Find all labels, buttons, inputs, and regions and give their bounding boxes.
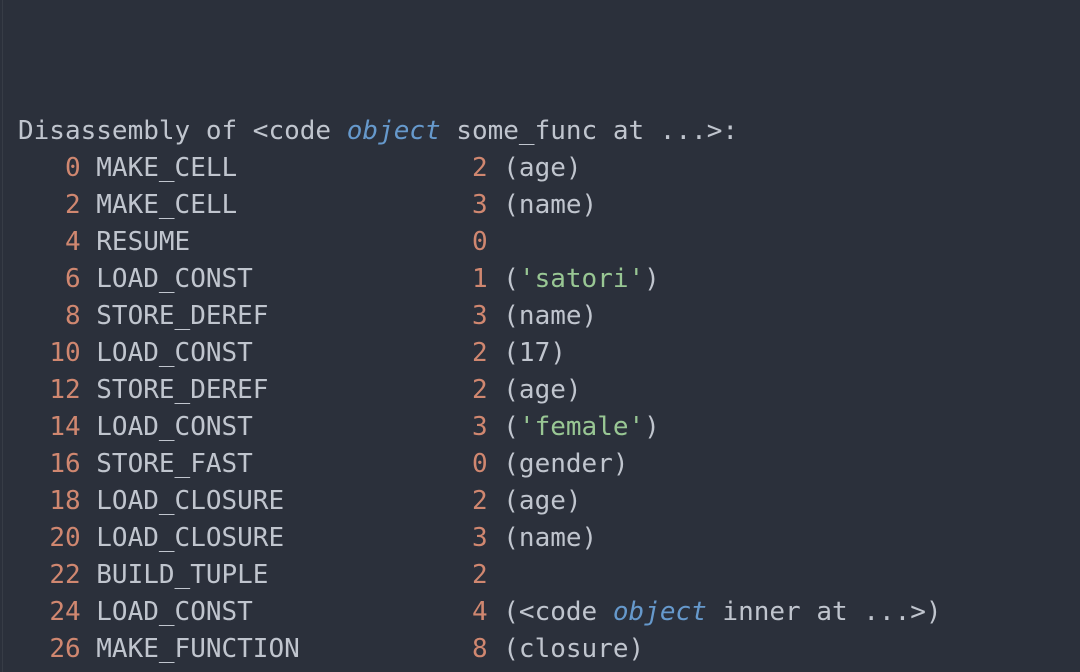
offset-pad	[18, 190, 65, 220]
argval-code-pre: (<code	[488, 597, 613, 627]
bytecode-row: 8 STORE_DEREF 3 (name)	[18, 298, 1080, 335]
argval: (age)	[488, 486, 582, 516]
title-keyword: object	[347, 116, 441, 146]
offset-pad	[18, 153, 65, 183]
gutter-line	[2, 0, 3, 672]
argval: (age)	[488, 375, 582, 405]
offset-pad	[18, 264, 65, 294]
offset-pad	[18, 301, 65, 331]
offset-pad	[18, 597, 49, 627]
argval-paren-close: )	[644, 264, 660, 294]
offset-pad	[18, 486, 49, 516]
offset: 4	[65, 227, 81, 257]
oparg: 0	[472, 449, 488, 479]
disassembly-block: Disassembly of <code object some_func at…	[0, 0, 1080, 672]
argval-code-keyword: object	[613, 597, 707, 627]
title-text-2: some_func at ...>:	[441, 116, 738, 146]
bytecode-row: 2 MAKE_CELL 3 (name)	[18, 187, 1080, 224]
offset: 2	[65, 190, 81, 220]
argval: (age)	[488, 153, 582, 183]
opname: LOAD_CONST	[81, 338, 472, 368]
opname: LOAD_CONST	[81, 597, 472, 627]
opname: MAKE_CELL	[81, 153, 472, 183]
offset: 16	[49, 449, 80, 479]
offset: 6	[65, 264, 81, 294]
opname: MAKE_CELL	[81, 190, 472, 220]
offset: 0	[65, 153, 81, 183]
bytecode-rows: 0 MAKE_CELL 2 (age) 2 MAKE_CELL 3 (name)…	[18, 150, 1080, 672]
bytecode-row: 24 LOAD_CONST 4 (<code object inner at .…	[18, 594, 1080, 631]
argval: (name)	[488, 523, 598, 553]
bytecode-row: 12 STORE_DEREF 2 (age)	[18, 372, 1080, 409]
opname: LOAD_CONST	[81, 264, 472, 294]
bytecode-row: 10 LOAD_CONST 2 (17)	[18, 335, 1080, 372]
offset: 18	[49, 486, 80, 516]
offset: 12	[49, 375, 80, 405]
argval-paren-close: )	[644, 412, 660, 442]
title-text-1: Disassembly of <code	[18, 116, 347, 146]
opname: MAKE_FUNCTION	[81, 634, 472, 664]
oparg: 2	[472, 375, 488, 405]
title-line: Disassembly of <code object some_func at…	[18, 113, 1080, 150]
oparg: 0	[472, 227, 488, 257]
opname: RESUME	[81, 227, 472, 257]
argval: (name)	[488, 301, 598, 331]
offset: 22	[49, 560, 80, 590]
bytecode-row: 6 LOAD_CONST 1 ('satori')	[18, 261, 1080, 298]
bytecode-row: 28 STORE_FAST 1 (inner)	[18, 668, 1080, 672]
argval-paren-open: (	[488, 412, 519, 442]
oparg: 2	[472, 338, 488, 368]
argval-string: 'satori'	[519, 264, 644, 294]
offset: 14	[49, 412, 80, 442]
opname: LOAD_CLOSURE	[81, 523, 472, 553]
argval: (gender)	[488, 449, 629, 479]
bytecode-row: 20 LOAD_CLOSURE 3 (name)	[18, 520, 1080, 557]
oparg: 2	[472, 486, 488, 516]
opname: LOAD_CONST	[81, 412, 472, 442]
opname: STORE_DEREF	[81, 301, 472, 331]
offset-pad	[18, 375, 49, 405]
oparg: 3	[472, 301, 488, 331]
offset: 20	[49, 523, 80, 553]
bytecode-row: 16 STORE_FAST 0 (gender)	[18, 446, 1080, 483]
argval: (closure)	[488, 634, 645, 664]
oparg: 2	[472, 153, 488, 183]
offset-pad	[18, 523, 49, 553]
argval-string: 'female'	[519, 412, 644, 442]
offset-pad	[18, 634, 49, 664]
offset-pad	[18, 338, 49, 368]
offset-pad	[18, 449, 49, 479]
offset: 26	[49, 634, 80, 664]
opname: BUILD_TUPLE	[81, 560, 472, 590]
bytecode-row: 0 MAKE_CELL 2 (age)	[18, 150, 1080, 187]
oparg: 3	[472, 412, 488, 442]
argval-paren-open: (	[488, 264, 519, 294]
opname: STORE_DEREF	[81, 375, 472, 405]
oparg: 1	[472, 264, 488, 294]
offset: 24	[49, 597, 80, 627]
offset: 8	[65, 301, 81, 331]
opname: STORE_FAST	[81, 449, 472, 479]
oparg: 3	[472, 523, 488, 553]
argval: (17)	[488, 338, 566, 368]
offset-pad	[18, 412, 49, 442]
argval: (name)	[488, 190, 598, 220]
bytecode-row: 22 BUILD_TUPLE 2	[18, 557, 1080, 594]
oparg: 4	[472, 597, 488, 627]
bytecode-row: 14 LOAD_CONST 3 ('female')	[18, 409, 1080, 446]
oparg: 2	[472, 560, 488, 590]
offset-pad	[18, 560, 49, 590]
oparg: 3	[472, 190, 488, 220]
opname: LOAD_CLOSURE	[81, 486, 472, 516]
oparg: 8	[472, 634, 488, 664]
offset: 10	[49, 338, 80, 368]
argval-code-post: inner at ...>)	[707, 597, 942, 627]
bytecode-row: 18 LOAD_CLOSURE 2 (age)	[18, 483, 1080, 520]
bytecode-row: 4 RESUME 0	[18, 224, 1080, 261]
offset-pad	[18, 227, 65, 257]
bytecode-row: 26 MAKE_FUNCTION 8 (closure)	[18, 631, 1080, 668]
